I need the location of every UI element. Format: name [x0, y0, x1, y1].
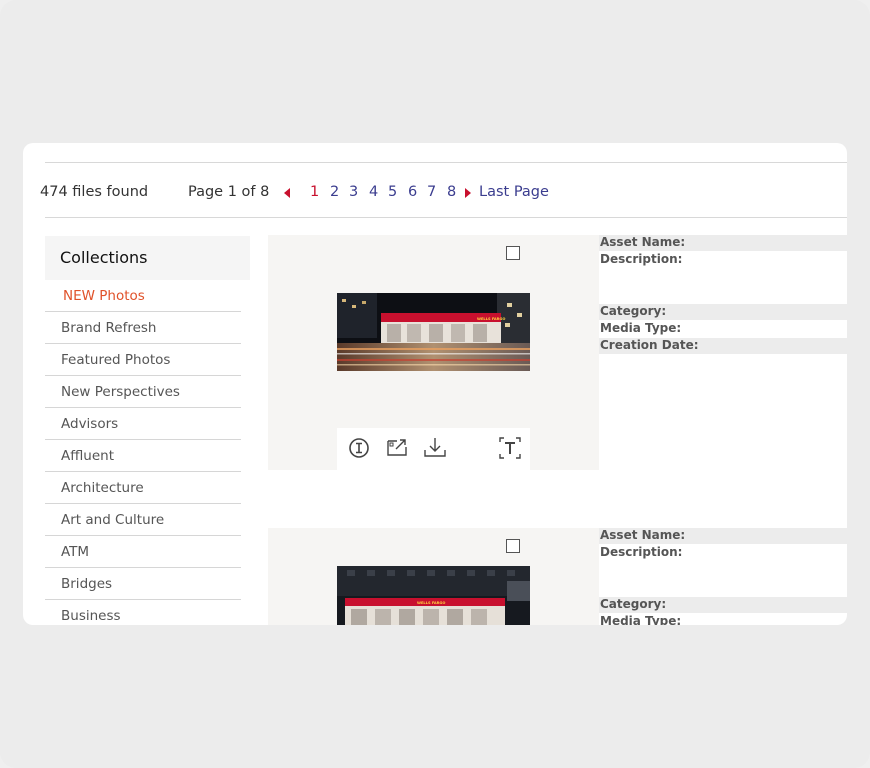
collection-item-brand-refresh[interactable]: Brand Refresh — [45, 312, 241, 344]
page-link-4[interactable]: 4 — [369, 184, 378, 200]
search-results-card: 474 files found Page 1 of 8 1 2 3 4 5 6 … — [23, 143, 847, 625]
select-checkbox[interactable] — [506, 539, 520, 553]
store-sign: WELLS FARGO — [477, 317, 505, 321]
collections-sidebar: Collections NEW Photos Brand Refresh Fea… — [45, 236, 250, 625]
pagination-bar: 474 files found Page 1 of 8 1 2 3 4 5 6 … — [40, 184, 847, 204]
next-page-icon[interactable] — [465, 188, 471, 198]
asset-name-label: Asset Name: — [599, 528, 847, 544]
collection-item-new-photos[interactable]: NEW Photos — [45, 280, 241, 312]
asset-name-label: Asset Name: — [599, 235, 847, 251]
app-background: 474 files found Page 1 of 8 1 2 3 4 5 6 … — [0, 0, 870, 768]
last-page-link[interactable]: Last Page — [479, 184, 549, 200]
creation-date-label: Creation Date: — [599, 338, 847, 354]
collection-item-advisors[interactable]: Advisors — [45, 408, 241, 440]
page-link-2[interactable]: 2 — [330, 184, 339, 200]
page-link-8[interactable]: 8 — [447, 184, 456, 200]
collection-item-affluent[interactable]: Affluent — [45, 440, 241, 472]
results-count: 474 files found — [40, 184, 149, 200]
collection-item-architecture[interactable]: Architecture — [45, 472, 241, 504]
collection-item-new-perspectives[interactable]: New Perspectives — [45, 376, 241, 408]
info-icon[interactable] — [346, 435, 372, 461]
page-link-7[interactable]: 7 — [427, 184, 436, 200]
collections-title: Collections — [45, 236, 250, 280]
download-icon[interactable] — [422, 435, 448, 461]
collection-item-featured-photos[interactable]: Featured Photos — [45, 344, 241, 376]
collection-item-bridges[interactable]: Bridges — [45, 568, 241, 600]
previous-page-icon[interactable] — [284, 188, 290, 198]
page-link-5[interactable]: 5 — [388, 184, 397, 200]
collection-item-atm[interactable]: ATM — [45, 536, 241, 568]
select-checkbox[interactable] — [506, 246, 520, 260]
page-link-3[interactable]: 3 — [349, 184, 358, 200]
asset-photo[interactable]: WELLS FARGO — [337, 293, 530, 371]
asset-photo[interactable]: WELLS FARGO — [337, 566, 530, 625]
store-sign: WELLS FARGO — [417, 601, 445, 605]
category-label: Category: — [599, 597, 847, 613]
page-link-1[interactable]: 1 — [310, 184, 319, 200]
asset-card: WELLS FARGO Asset Name: Description: Cat… — [268, 528, 847, 625]
text-recognition-icon[interactable] — [497, 435, 523, 461]
description-label: Description: — [600, 545, 683, 559]
asset-toolbar — [337, 428, 530, 470]
collection-item-business[interactable]: Business — [45, 600, 241, 625]
share-icon[interactable] — [384, 435, 410, 461]
media-type-label: Media Type: — [600, 614, 682, 625]
divider — [45, 162, 847, 163]
asset-thumbnail-panel: WELLS FARGO — [268, 528, 599, 625]
description-label: Description: — [600, 252, 683, 266]
asset-thumbnail-panel: WELLS FARGO — [268, 235, 599, 470]
media-type-label: Media Type: — [600, 321, 682, 335]
category-label: Category: — [599, 304, 847, 320]
divider — [45, 217, 847, 218]
page-indicator: Page 1 of 8 — [188, 184, 270, 200]
collections-list: NEW Photos Brand Refresh Featured Photos… — [45, 280, 241, 625]
asset-card: WELLS FARGO Asset Name: Description: Cat… — [268, 235, 847, 470]
collection-item-art-and-culture[interactable]: Art and Culture — [45, 504, 241, 536]
page-link-6[interactable]: 6 — [408, 184, 417, 200]
